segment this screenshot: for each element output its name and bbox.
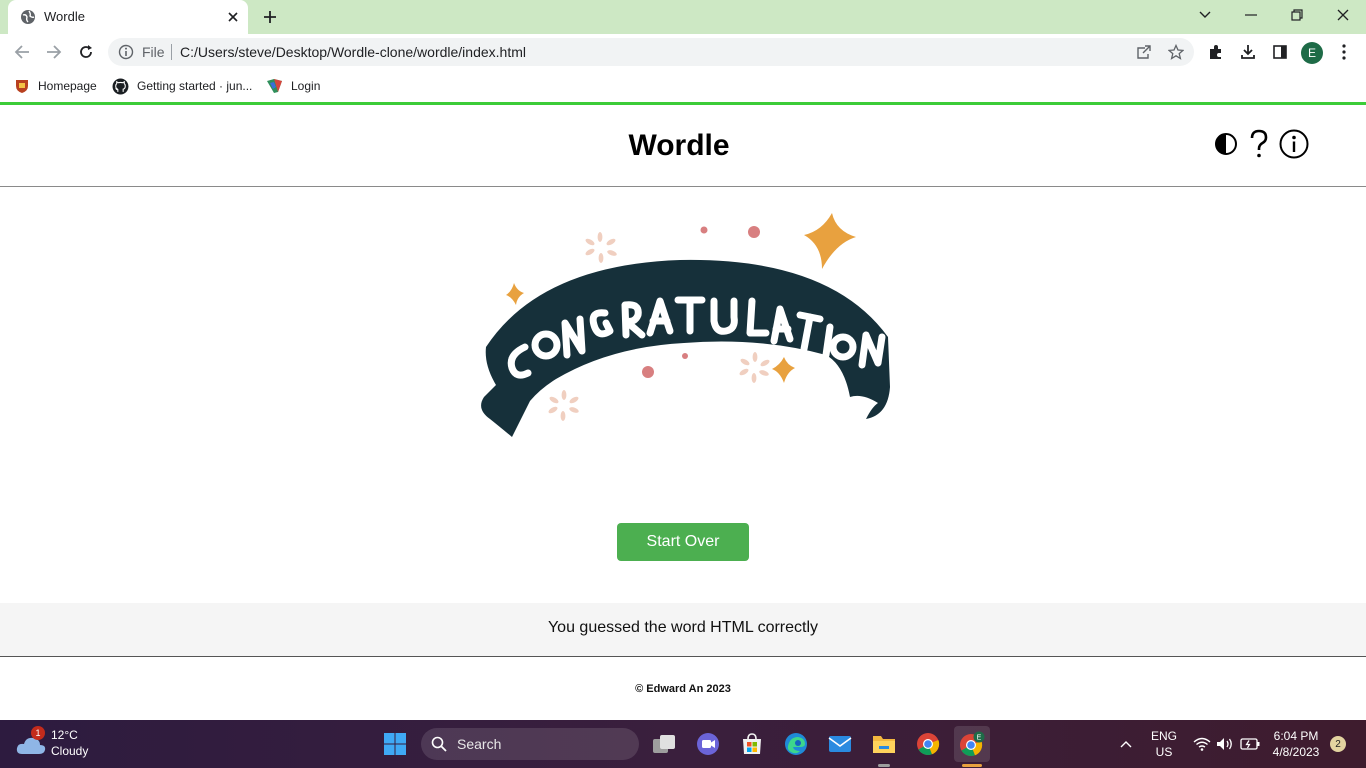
congratulations-banner-image bbox=[470, 205, 900, 445]
language-indicator[interactable]: ENG bbox=[1148, 729, 1180, 743]
volume-icon[interactable] bbox=[1215, 734, 1235, 754]
url-scheme-label: File bbox=[142, 44, 165, 60]
notification-badge[interactable]: 2 bbox=[1330, 736, 1346, 752]
task-view-icon[interactable] bbox=[646, 726, 682, 762]
close-tab-icon[interactable] bbox=[224, 8, 242, 26]
taskbar-search[interactable]: Search bbox=[421, 728, 639, 760]
help-icon[interactable] bbox=[1244, 129, 1274, 159]
url-text[interactable]: C:/Users/steve/Desktop/Wordle-clone/word… bbox=[180, 44, 526, 60]
page-title: Wordle bbox=[628, 129, 730, 162]
bookmark-label: Login bbox=[291, 79, 321, 93]
windows-start-icon[interactable] bbox=[377, 726, 413, 762]
browser-tab-strip: Wordle bbox=[0, 0, 1366, 34]
clock-date[interactable]: 4/8/2023 bbox=[1266, 745, 1326, 759]
weather-alert-badge: 1 bbox=[31, 726, 45, 740]
browser-tab[interactable]: Wordle bbox=[8, 0, 248, 34]
teams-chat-icon[interactable] bbox=[690, 726, 726, 762]
crest-icon bbox=[16, 80, 28, 93]
address-bar[interactable]: File C:/Users/steve/Desktop/Wordle-clone… bbox=[108, 38, 1194, 66]
app-header: Wordle bbox=[0, 105, 1366, 187]
contrast-icon[interactable] bbox=[1211, 129, 1241, 159]
chrome-icon[interactable] bbox=[910, 726, 946, 762]
extensions-puzzle-icon[interactable] bbox=[1205, 41, 1227, 63]
browser-toolbar: File C:/Users/steve/Desktop/Wordle-clone… bbox=[0, 34, 1366, 70]
search-icon bbox=[431, 736, 447, 757]
new-tab-icon[interactable] bbox=[258, 6, 282, 28]
kebab-menu-icon[interactable] bbox=[1333, 41, 1355, 63]
clock-time[interactable]: 6:04 PM bbox=[1266, 729, 1326, 743]
side-panel-icon[interactable] bbox=[1269, 41, 1291, 63]
weather-temperature: 12°C bbox=[51, 728, 78, 742]
chrome-profile-icon[interactable]: E bbox=[954, 726, 990, 762]
svg-text:E: E bbox=[977, 735, 982, 742]
shield-logo-icon bbox=[267, 79, 282, 93]
edge-browser-icon[interactable] bbox=[778, 726, 814, 762]
github-icon bbox=[112, 78, 129, 94]
file-explorer-icon[interactable] bbox=[866, 726, 902, 762]
profile-avatar[interactable]: E bbox=[1301, 42, 1323, 64]
back-arrow-icon[interactable] bbox=[10, 40, 34, 64]
bookmark-label: Homepage bbox=[38, 79, 97, 93]
mail-icon[interactable] bbox=[822, 726, 858, 762]
minimize-icon[interactable] bbox=[1238, 4, 1264, 26]
active-indicator bbox=[962, 764, 982, 767]
bookmarks-bar: Homepage Getting started · jun... Login bbox=[0, 70, 1366, 102]
tab-title: Wordle bbox=[44, 9, 85, 24]
close-window-icon[interactable] bbox=[1330, 4, 1356, 26]
restore-icon[interactable] bbox=[1284, 4, 1310, 26]
chevron-up-icon[interactable] bbox=[1116, 734, 1136, 754]
tab-search-chevron-icon[interactable] bbox=[1192, 4, 1218, 26]
reload-icon[interactable] bbox=[74, 40, 98, 64]
result-message-bar: You guessed the word HTML correctly bbox=[0, 603, 1366, 657]
bookmark-label: Getting started · jun... bbox=[137, 79, 253, 93]
globe-icon bbox=[20, 9, 36, 25]
download-icon[interactable] bbox=[1237, 41, 1259, 63]
result-message: You guessed the word HTML correctly bbox=[547, 619, 819, 636]
bookmark-homepage[interactable]: Homepage bbox=[14, 76, 97, 96]
bookmark-login[interactable]: Login bbox=[266, 76, 320, 96]
site-info-icon[interactable] bbox=[118, 44, 134, 60]
windows-taskbar: 1 12°C Cloudy Search E ENG US 6:04 PM 4/… bbox=[0, 720, 1366, 768]
start-over-button[interactable]: Start Over bbox=[617, 523, 749, 561]
microsoft-store-icon[interactable] bbox=[734, 726, 770, 762]
footer-copyright: © Edward An 2023 bbox=[635, 683, 731, 695]
weather-condition: Cloudy bbox=[51, 744, 89, 758]
wifi-icon[interactable] bbox=[1192, 734, 1212, 754]
battery-icon[interactable] bbox=[1240, 734, 1260, 754]
forward-arrow-icon[interactable] bbox=[42, 40, 66, 64]
share-icon[interactable] bbox=[1135, 43, 1153, 61]
running-indicator bbox=[878, 764, 890, 767]
bookmark-star-icon[interactable] bbox=[1167, 43, 1185, 61]
search-label: Search bbox=[457, 736, 502, 752]
info-icon[interactable] bbox=[1278, 128, 1310, 160]
region-indicator[interactable]: US bbox=[1148, 745, 1180, 759]
omnibox-divider bbox=[171, 44, 172, 60]
weather-widget[interactable]: 1 12°C Cloudy bbox=[16, 726, 126, 762]
bookmark-getting-started[interactable]: Getting started · jun... bbox=[112, 76, 252, 96]
